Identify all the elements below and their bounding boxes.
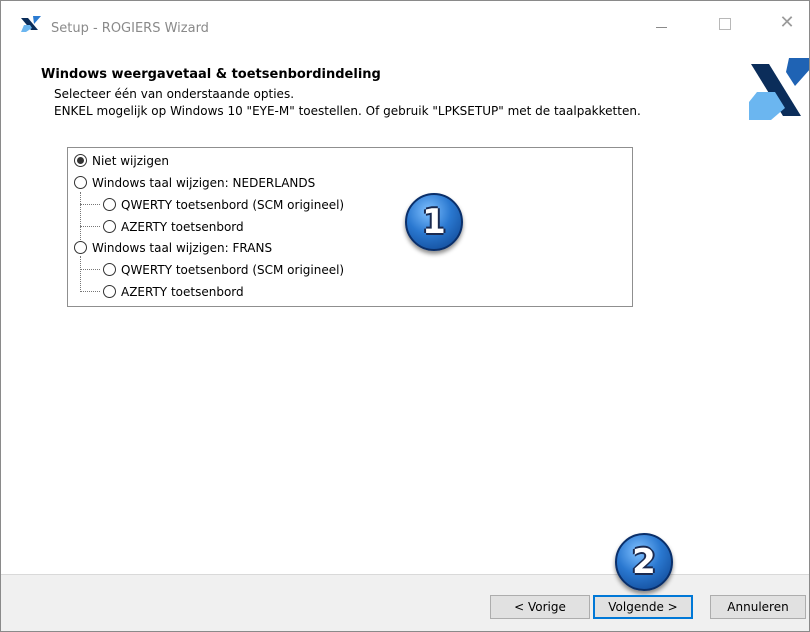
radio-button[interactable] <box>103 220 116 233</box>
next-button[interactable]: Volgende > <box>593 595 693 619</box>
tree-connector <box>80 226 100 227</box>
radio-button[interactable] <box>74 241 87 254</box>
tree-connector <box>80 291 100 292</box>
step-badge-2: 2 <box>615 533 673 591</box>
tree-connector <box>80 256 81 292</box>
minimize-icon <box>655 27 667 28</box>
previous-button[interactable]: < Vorige <box>490 595 590 619</box>
rogiers-logo <box>749 58 809 123</box>
radio-button[interactable] <box>74 154 87 167</box>
radio-button[interactable] <box>103 263 116 276</box>
radio-button[interactable] <box>103 285 116 298</box>
option-label: Windows taal wijzigen: NEDERLANDS <box>92 176 316 190</box>
maximize-button[interactable] <box>715 13 735 33</box>
language-options-group: Niet wijzigen Windows taal wijzigen: NED… <box>67 147 633 307</box>
option-label: Niet wijzigen <box>92 154 169 168</box>
option-label: AZERTY toetsenbord <box>121 220 244 234</box>
page-title: Windows weergavetaal & toetsenbordindeli… <box>41 67 381 82</box>
option-label: AZERTY toetsenbord <box>121 285 244 299</box>
option-label: QWERTY toetsenbord (SCM origineel) <box>121 198 345 212</box>
tree-connector <box>80 192 81 240</box>
minimize-button[interactable] <box>651 13 671 33</box>
close-button[interactable]: ✕ <box>777 13 797 33</box>
window-title: Setup - ROGIERS Wizard <box>51 21 209 36</box>
page-note: ENKEL mogelijk op Windows 10 "EYE-M" toe… <box>54 104 641 118</box>
page-subtitle: Selecteer één van onderstaande opties. <box>54 87 295 101</box>
radio-button[interactable] <box>103 198 116 211</box>
radio-button[interactable] <box>74 176 87 189</box>
title-bar: Setup - ROGIERS Wizard ✕ <box>1 1 809 36</box>
maximize-icon <box>719 18 731 30</box>
option-label: Windows taal wijzigen: FRANS <box>92 241 273 255</box>
tree-connector <box>80 269 100 270</box>
tree-connector <box>80 204 100 205</box>
step-badge-1: 1 <box>405 193 463 251</box>
option-label: QWERTY toetsenbord (SCM origineel) <box>121 263 345 277</box>
setup-wizard-window: Setup - ROGIERS Wizard ✕ Windows weergav… <box>0 0 810 632</box>
cancel-button[interactable]: Annuleren <box>710 595 806 619</box>
close-icon: ✕ <box>779 12 795 33</box>
rogiers-logo-icon <box>21 16 43 37</box>
